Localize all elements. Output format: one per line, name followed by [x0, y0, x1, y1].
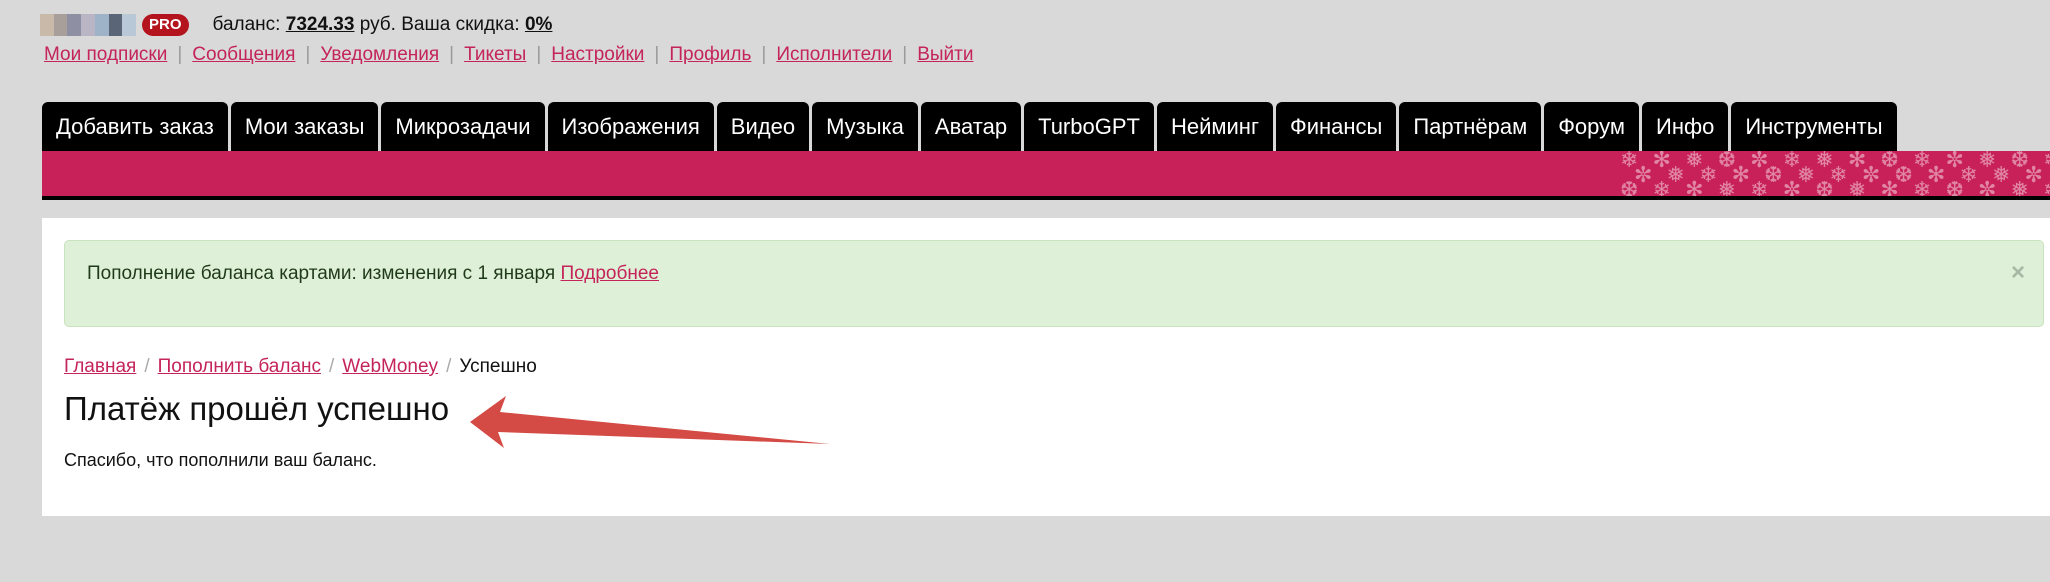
menu-video[interactable]: Видео	[716, 102, 810, 151]
discount-value[interactable]: 0%	[525, 14, 552, 35]
breadcrumb-separator: /	[144, 356, 150, 377]
breadcrumb-separator: /	[446, 356, 452, 377]
main-menu: Добавить заказ Мои заказы Микрозадачи Из…	[42, 102, 1897, 151]
close-icon[interactable]: ×	[2011, 259, 2025, 287]
separator: |	[761, 44, 767, 65]
balance-label: баланс:	[212, 14, 281, 35]
arrow-shape	[470, 396, 830, 448]
link-messages[interactable]: Сообщения	[192, 44, 295, 66]
link-notifications[interactable]: Уведомления	[320, 44, 439, 66]
link-profile[interactable]: Профиль	[669, 44, 751, 66]
link-subscriptions[interactable]: Мои подписки	[44, 44, 167, 66]
breadcrumb-topup[interactable]: Пополнить баланс	[158, 356, 321, 378]
link-performers[interactable]: Исполнители	[776, 44, 892, 66]
arrow-annotation-icon	[470, 396, 830, 448]
menu-images[interactable]: Изображения	[547, 102, 714, 151]
avatar-pixel	[122, 14, 137, 36]
alert-text-wrap: Пополнение баланса картами: изменения с …	[87, 263, 659, 285]
user-bar: PRO баланс: 7324.33 руб. Ваша скидка: 0%	[40, 10, 552, 40]
page-message: Спасибо, что пополнили ваш баланс.	[64, 450, 377, 470]
menu-forum[interactable]: Форум	[1544, 102, 1640, 151]
menu-info[interactable]: Инфо	[1642, 102, 1729, 151]
menu-microtasks[interactable]: Микрозадачи	[381, 102, 545, 151]
avatar-pixel	[53, 14, 68, 36]
menu-add-order[interactable]: Добавить заказ	[42, 102, 228, 151]
breadcrumb-current: Успешно	[459, 356, 537, 377]
menu-tools[interactable]: Инструменты	[1731, 102, 1897, 151]
avatar-pixel	[108, 14, 123, 36]
link-settings[interactable]: Настройки	[551, 44, 644, 66]
separator: |	[536, 44, 542, 65]
link-tickets[interactable]: Тикеты	[464, 44, 526, 66]
alert-more-link[interactable]: Подробнее	[560, 263, 659, 284]
pro-badge: PRO	[142, 14, 189, 36]
menu-banner: ❄ ✻ ❅ ❆ ✼ ❄ ❅ ✻ ❆ ❄ ✼ ❅ ❆ ❄ ✻ ✼ ❅ ❄ ✻ ❆ …	[42, 151, 2050, 200]
breadcrumb-home[interactable]: Главная	[64, 356, 136, 378]
notice-alert: Пополнение баланса картами: изменения с …	[64, 240, 2044, 327]
breadcrumb-webmoney[interactable]: WebMoney	[342, 356, 438, 378]
balance-value[interactable]: 7324.33	[286, 14, 355, 35]
separator: |	[449, 44, 455, 65]
avatar-pixel	[81, 14, 95, 36]
alert-text: Пополнение баланса картами: изменения с …	[87, 263, 556, 284]
content-panel: Пополнение баланса картами: изменения с …	[42, 218, 2050, 516]
menu-finance[interactable]: Финансы	[1275, 102, 1397, 151]
menu-music[interactable]: Музыка	[812, 102, 918, 151]
separator: |	[177, 44, 183, 65]
breadcrumb: Главная / Пополнить баланс / WebMoney / …	[64, 356, 537, 378]
separator: |	[305, 44, 311, 65]
menu-avatar[interactable]: Аватар	[920, 102, 1022, 151]
balance-info: баланс: 7324.33 руб. Ваша скидка: 0%	[213, 14, 553, 36]
avatar-pixel	[67, 14, 82, 36]
menu-partners[interactable]: Партнёрам	[1399, 102, 1542, 151]
currency-label: руб.	[359, 14, 396, 35]
separator: |	[902, 44, 908, 65]
menu-turbogpt[interactable]: TurboGPT	[1024, 102, 1154, 151]
menu-my-orders[interactable]: Мои заказы	[230, 102, 379, 151]
separator: |	[654, 44, 660, 65]
discount-label: Ваша скидка:	[401, 14, 520, 35]
avatar-pixel	[94, 14, 109, 36]
snowflake-decoration: ❄ ✻ ❅ ❆ ✼ ❄ ❅ ✻ ❆ ❄ ✼ ❅ ❆ ❄ ✻ ✼ ❅ ❄ ✻ ❆ …	[1620, 151, 2050, 196]
page-title: Платёж прошёл успешно	[64, 390, 450, 427]
avatar[interactable]	[40, 14, 137, 36]
menu-naming[interactable]: Нейминг	[1156, 102, 1273, 151]
breadcrumb-separator: /	[329, 356, 335, 377]
user-links: Мои подписки | Сообщения | Уведомления | Ти…	[44, 44, 973, 66]
link-logout[interactable]: Выйти	[917, 44, 973, 66]
avatar-pixel	[40, 14, 54, 36]
